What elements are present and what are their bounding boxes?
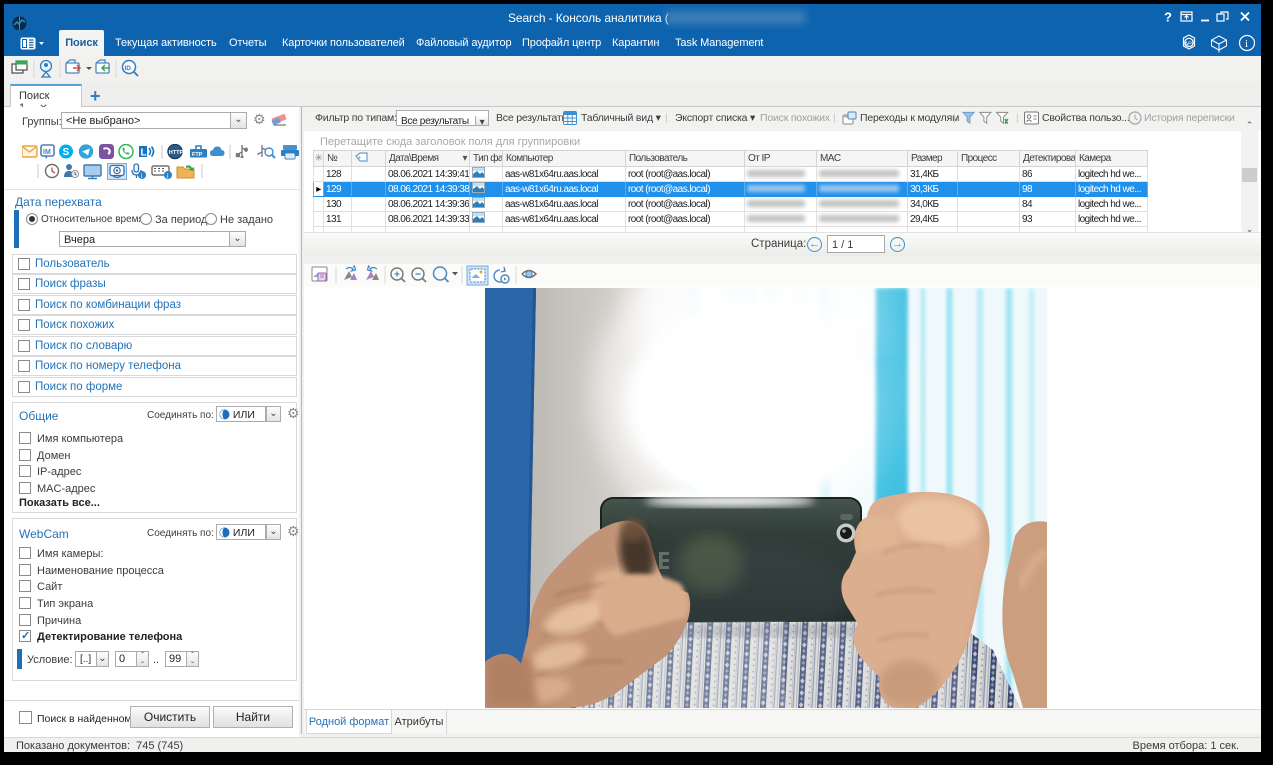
svg-text:HTTP: HTTP <box>169 150 184 156</box>
svg-text:L: L <box>141 148 147 159</box>
svg-text:i: i <box>167 172 169 180</box>
svg-text:ID: ID <box>125 65 132 72</box>
svg-text:S: S <box>63 147 70 158</box>
svg-text:i: i <box>1245 38 1248 50</box>
svg-text:i: i <box>141 172 143 180</box>
svg-text:API: API <box>1185 42 1194 48</box>
svg-text:FTP: FTP <box>192 152 203 158</box>
svg-text:?: ? <box>1164 10 1172 24</box>
svg-text:IM: IM <box>43 149 51 156</box>
